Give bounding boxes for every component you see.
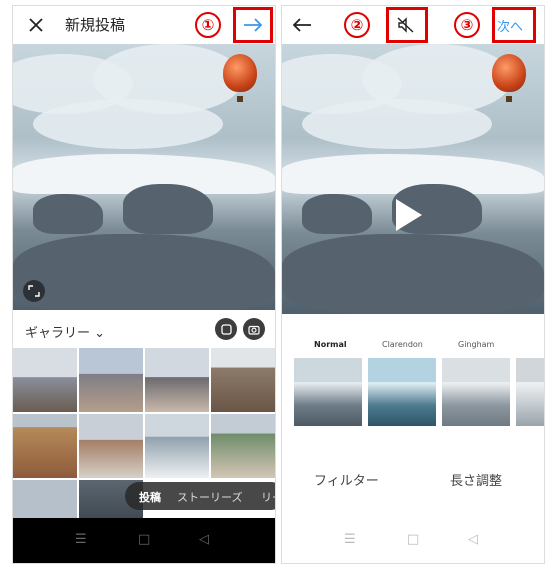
filter-thumb-gingham[interactable] (442, 358, 510, 426)
new-post-screen: 新規投稿 ① ギャラリー ⌄ 投稿 ストーリーズ リ ☰ □ ◁ (12, 5, 276, 564)
gallery-thumb[interactable] (79, 348, 143, 412)
gallery-thumb[interactable] (79, 414, 143, 478)
gallery-dropdown[interactable]: ギャラリー ⌄ (25, 322, 105, 341)
step-marker-2: ② (344, 12, 370, 38)
gallery-thumb[interactable] (13, 348, 77, 412)
system-nav-bar: ☰ □ ◁ (282, 518, 544, 563)
menu-icon[interactable]: ☰ (344, 532, 356, 547)
gallery-thumb[interactable] (211, 348, 275, 412)
back-icon[interactable]: ◁ (468, 532, 478, 547)
top-bar: ② ③ 次へ (282, 6, 544, 44)
expand-icon[interactable] (23, 280, 45, 302)
gallery-thumb[interactable] (13, 414, 77, 478)
gallery-header: ギャラリー ⌄ (13, 310, 275, 348)
step-marker-3: ③ (454, 12, 480, 38)
gallery-thumb[interactable] (211, 414, 275, 478)
multi-select-icon (220, 323, 232, 335)
home-icon[interactable]: □ (138, 532, 150, 547)
back-icon[interactable]: ◁ (199, 532, 209, 547)
gallery-thumb[interactable] (145, 348, 209, 412)
gallery-label: ギャラリー (25, 326, 91, 341)
back-arrow-icon[interactable] (290, 14, 314, 36)
filter-label: Gingham (458, 340, 495, 349)
page-title: 新規投稿 (65, 16, 126, 34)
next-button[interactable]: 次へ (497, 16, 523, 35)
camera-button[interactable] (243, 318, 265, 340)
top-bar: 新規投稿 ① (13, 6, 275, 44)
mode-switcher: 投稿 ストーリーズ リー (125, 482, 275, 510)
mute-icon[interactable] (394, 14, 418, 36)
multi-select-button[interactable] (215, 318, 237, 340)
chevron-down-icon: ⌄ (94, 326, 106, 341)
tab-stories[interactable]: ストーリーズ (177, 489, 242, 505)
play-icon[interactable] (396, 199, 422, 231)
filter-label: Clarendon (382, 340, 423, 349)
filter-thumb-more[interactable] (516, 358, 544, 426)
edit-screen: ② ③ 次へ Normal Clarendon Gingham フィルター 長さ… (281, 5, 545, 564)
video-preview[interactable] (282, 44, 544, 314)
tab-filter[interactable]: フィルター (314, 470, 379, 489)
home-icon[interactable]: □ (407, 532, 419, 547)
next-arrow-icon[interactable] (241, 14, 265, 36)
tab-trim[interactable]: 長さ調整 (450, 470, 502, 489)
tab-reels[interactable]: リー (261, 489, 275, 505)
close-icon[interactable] (25, 14, 47, 36)
camera-icon (248, 325, 260, 335)
tab-post[interactable]: 投稿 (139, 489, 161, 505)
system-nav-bar: ☰ □ ◁ (13, 518, 275, 563)
filter-thumb-normal[interactable] (294, 358, 362, 426)
balloon (492, 54, 526, 92)
preview-image (13, 44, 275, 310)
gallery-thumb[interactable] (145, 414, 209, 478)
filter-label: Normal (314, 340, 347, 349)
balloon (223, 54, 257, 92)
step-marker-1: ① (195, 12, 221, 38)
filter-thumb-clarendon[interactable] (368, 358, 436, 426)
menu-icon[interactable]: ☰ (75, 532, 87, 547)
